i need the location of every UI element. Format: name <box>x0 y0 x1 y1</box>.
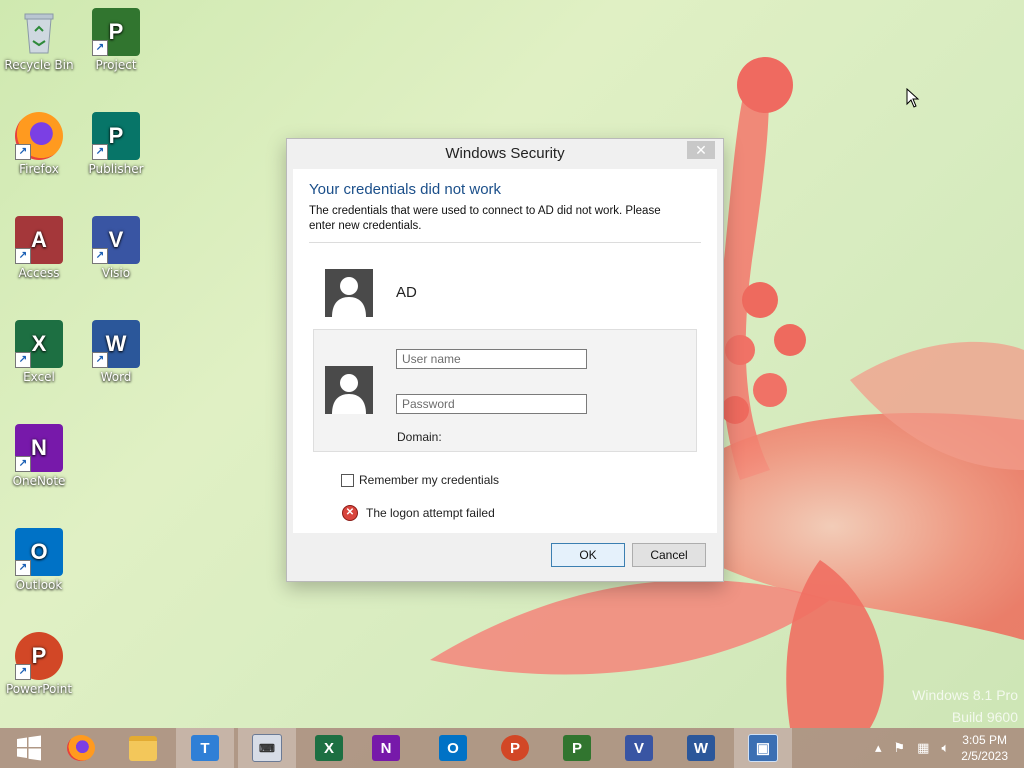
powerpoint-icon: P <box>501 735 529 761</box>
show-hidden-icons-chevron-up-icon[interactable]: ▴ <box>875 741 882 756</box>
network-icon[interactable]: ▦ <box>917 741 929 756</box>
ok-button[interactable]: OK <box>551 543 625 567</box>
new-user-avatar-icon <box>325 366 373 414</box>
onenote-icon: N <box>372 735 400 761</box>
credential-tile: Domain: <box>313 329 697 452</box>
desktop-icon-outlook[interactable]: O ↗ Outlook <box>1 528 77 592</box>
excel-icon: X <box>315 735 343 761</box>
project-icon: P ↗ <box>92 8 140 56</box>
desktop-icon-powerpoint[interactable]: P ↗ PowerPoint <box>1 632 77 696</box>
remote-app-icon: T <box>191 735 219 761</box>
recycle-bin-icon <box>15 8 63 56</box>
remember-credentials-row[interactable]: Remember my credentials <box>341 473 499 487</box>
dialog-content: Your credentials did not work The creden… <box>293 169 717 533</box>
access-icon: A ↗ <box>15 216 63 264</box>
desktop-icon-label: Firefox <box>19 162 59 176</box>
outlook-icon: O ↗ <box>15 528 63 576</box>
clock-date: 2/5/2023 <box>961 749 1008 763</box>
clock[interactable]: 3:05 PM 2/5/2023 <box>961 732 1008 764</box>
firefox-icon: ↗ <box>15 112 63 160</box>
excel-icon: X ↗ <box>15 320 63 368</box>
desktop-icon-firefox[interactable]: ↗ Firefox <box>1 112 77 176</box>
desktop-icon-label: Access <box>18 266 60 280</box>
desktop-icon-label: Publisher <box>88 162 144 176</box>
divider <box>309 242 701 243</box>
keyboard-icon: ⌨ <box>252 734 282 762</box>
desktop-icon-recycle-bin[interactable]: Recycle Bin <box>1 8 77 72</box>
taskbar-outlook[interactable]: O <box>424 728 482 768</box>
system-tray: ▴ ⚑ ▦ 🔈︎ 3:05 PM 2/5/2023 <box>875 728 1024 768</box>
taskbar-file-explorer[interactable] <box>114 728 172 768</box>
desktop-icon-publisher[interactable]: P ↗ Publisher <box>78 112 154 176</box>
taskbar-firefox[interactable] <box>52 728 110 768</box>
desktop-icon-word[interactable]: W ↗ Word <box>78 320 154 384</box>
account-name: AD <box>396 284 417 301</box>
taskbar-powerpoint[interactable]: P <box>486 728 544 768</box>
desktop-icon-label: Recycle Bin <box>4 58 74 72</box>
taskbar-visio[interactable]: V <box>610 728 668 768</box>
clock-time: 3:05 PM <box>962 733 1007 747</box>
desktop-icon-label: Word <box>100 370 132 384</box>
remote-desktop-icon: ▣ <box>748 734 778 762</box>
visio-icon: V ↗ <box>92 216 140 264</box>
taskbar-excel[interactable]: X <box>300 728 358 768</box>
error-icon: ✕ <box>342 505 358 521</box>
password-input[interactable] <box>396 394 587 414</box>
taskbar-teams[interactable]: T <box>176 728 234 768</box>
taskbar: T ⌨ X N O P P V W ▣ ▴ ⚑ ▦ 🔈︎ 3:05 PM 2/5… <box>0 728 1024 768</box>
taskbar-word[interactable]: W <box>672 728 730 768</box>
error-message-row: ✕ The logon attempt failed <box>342 505 495 521</box>
error-message: The logon attempt failed <box>366 506 495 520</box>
desktop-icon-label: OneNote <box>12 474 66 488</box>
onenote-icon: N ↗ <box>15 424 63 472</box>
visio-icon: V <box>625 735 653 761</box>
remember-credentials-label: Remember my credentials <box>359 473 500 487</box>
desktop-icon-label: Project <box>95 58 137 72</box>
desktop-icon-project[interactable]: P ↗ Project <box>78 8 154 72</box>
firefox-icon <box>67 735 95 761</box>
desktop-icon-onenote[interactable]: N ↗ OneNote <box>1 424 77 488</box>
username-input[interactable] <box>396 349 587 369</box>
volume-icon[interactable]: 🔈︎ <box>941 741 949 756</box>
folder-icon <box>129 735 157 761</box>
dialog-heading: Your credentials did not work <box>309 181 502 198</box>
taskbar-remote-desktop[interactable]: ▣ <box>734 728 792 768</box>
publisher-icon: P ↗ <box>92 112 140 160</box>
taskbar-on-screen-keyboard[interactable]: ⌨ <box>238 728 296 768</box>
watermark-line2: Build 9600 <box>951 709 1018 725</box>
start-button[interactable] <box>0 728 58 768</box>
windows-watermark: Windows 8.1 Pro Build 9600 <box>912 684 1018 728</box>
taskbar-onenote[interactable]: N <box>357 728 415 768</box>
domain-label: Domain: <box>397 430 442 444</box>
project-icon: P <box>563 735 591 761</box>
windows-security-dialog: Windows Security ✕ Your credentials did … <box>286 138 724 582</box>
dialog-titlebar[interactable]: Windows Security ✕ <box>287 139 723 169</box>
word-icon: W <box>687 735 715 761</box>
mouse-cursor-icon <box>906 88 920 108</box>
taskbar-project[interactable]: P <box>548 728 606 768</box>
desktop-icon-label: Outlook <box>15 578 63 592</box>
action-center-flag-icon[interactable]: ⚑ <box>894 741 906 756</box>
desktop-icon-label: Excel <box>23 370 55 384</box>
outlook-icon: O <box>439 735 467 761</box>
windows-logo-icon <box>17 735 41 761</box>
dialog-message: The credentials that were used to connec… <box>309 205 661 232</box>
desktop-icon-label: Visio <box>101 266 131 280</box>
word-icon: W ↗ <box>92 320 140 368</box>
close-button[interactable]: ✕ <box>687 141 715 159</box>
powerpoint-icon: P ↗ <box>15 632 63 680</box>
desktop-icon-label: PowerPoint <box>5 682 73 696</box>
cancel-button[interactable]: Cancel <box>632 543 706 567</box>
remember-credentials-checkbox[interactable] <box>341 473 354 487</box>
desktop-icon-access[interactable]: A ↗ Access <box>1 216 77 280</box>
close-icon: ✕ <box>695 142 707 158</box>
dialog-title: Windows Security <box>445 145 565 162</box>
watermark-line1: Windows 8.1 Pro <box>912 687 1018 703</box>
desktop-icon-visio[interactable]: V ↗ Visio <box>78 216 154 280</box>
desktop-icon-excel[interactable]: X ↗ Excel <box>1 320 77 384</box>
account-avatar-icon[interactable] <box>325 269 373 317</box>
